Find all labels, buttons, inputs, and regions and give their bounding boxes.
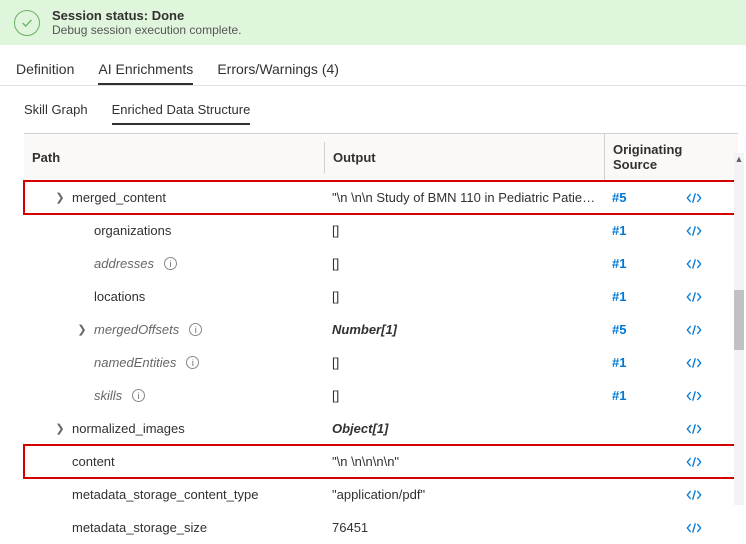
table-row: ❯organizations[] #1 bbox=[24, 214, 738, 247]
output-cell: [] bbox=[324, 355, 604, 370]
info-icon[interactable]: i bbox=[189, 323, 202, 336]
path-cell: ❯namedEntitiesi bbox=[24, 355, 324, 370]
table-row: ❯locations[] #1 bbox=[24, 280, 738, 313]
path-cell: ❯addressesi bbox=[24, 256, 324, 271]
scrollbar-thumb[interactable] bbox=[734, 290, 744, 350]
output-cell: Object[1] bbox=[324, 421, 604, 436]
table-row: ❯ normalized_images Object[1] bbox=[24, 412, 738, 445]
status-subtitle: Debug session execution complete. bbox=[52, 23, 241, 37]
subtab-skill-graph[interactable]: Skill Graph bbox=[24, 96, 88, 125]
main-tabs: Definition AI Enrichments Errors/Warning… bbox=[0, 45, 746, 86]
source-link[interactable]: #5 bbox=[612, 190, 626, 205]
source-link[interactable]: #1 bbox=[612, 223, 626, 238]
path-label: normalized_images bbox=[72, 421, 185, 436]
table-row: ❯namedEntitiesi[]#1 bbox=[24, 346, 738, 379]
col-output: Output bbox=[324, 142, 604, 173]
path-label: metadata_storage_size bbox=[72, 520, 207, 535]
path-label: locations bbox=[94, 289, 145, 304]
code-icon[interactable] bbox=[674, 357, 714, 369]
table-body: ❯ merged_content "\n \n\n Study of BMN 110… bbox=[24, 181, 738, 544]
output-cell: "\n \n\n Study of BMN 110 in Pediatric P… bbox=[324, 190, 604, 205]
code-icon[interactable] bbox=[674, 192, 714, 204]
path-label: organizations bbox=[94, 223, 171, 238]
path-label: addresses bbox=[94, 256, 154, 271]
table-row: ❯ mergedOffsets i Number[1] #5 bbox=[24, 313, 738, 346]
code-icon[interactable] bbox=[674, 258, 714, 270]
source-link[interactable]: #1 bbox=[612, 355, 626, 370]
path-label: merged_content bbox=[72, 190, 166, 205]
tab-ai-enrichments[interactable]: AI Enrichments bbox=[98, 55, 193, 85]
code-icon[interactable] bbox=[674, 423, 714, 435]
path-label: mergedOffsets bbox=[94, 322, 179, 337]
table-row: ❯addressesi[]#1 bbox=[24, 247, 738, 280]
status-bar: Session status: Done Debug session execu… bbox=[0, 0, 746, 45]
col-path: Path bbox=[24, 142, 324, 173]
path-cell: ❯locations bbox=[24, 289, 324, 304]
subtab-enriched-data-structure[interactable]: Enriched Data Structure bbox=[112, 96, 251, 125]
table-row: ❯skillsi[] #1 bbox=[24, 379, 738, 412]
source-cell: #1 bbox=[604, 355, 674, 370]
path-cell: ❯content bbox=[24, 454, 324, 469]
code-icon[interactable] bbox=[674, 291, 714, 303]
data-table: Path Output Originating Source ❯ merged_c… bbox=[0, 133, 746, 544]
table-row: ❯ merged_content "\n \n\n Study of BMN 110… bbox=[24, 181, 738, 214]
source-link[interactable]: #5 bbox=[612, 322, 626, 337]
code-icon[interactable] bbox=[674, 456, 714, 468]
checkmark-icon bbox=[14, 10, 40, 36]
chevron-right-icon[interactable]: ❯ bbox=[54, 422, 66, 435]
path-label: content bbox=[72, 454, 115, 469]
path-label: namedEntities bbox=[94, 355, 176, 370]
source-link[interactable]: #1 bbox=[612, 289, 626, 304]
code-icon[interactable] bbox=[674, 324, 714, 336]
output-cell: "\n \n\n\n\n" bbox=[324, 454, 604, 469]
code-icon[interactable] bbox=[674, 489, 714, 501]
output-cell: [] bbox=[324, 289, 604, 304]
code-icon[interactable] bbox=[674, 225, 714, 237]
path-cell: ❯skillsi bbox=[24, 388, 324, 403]
status-text: Session status: Done Debug session execu… bbox=[52, 8, 241, 37]
sub-tabs: Skill Graph Enriched Data Structure bbox=[0, 86, 746, 133]
table-header: Path Output Originating Source bbox=[24, 133, 738, 181]
source-cell: #5 bbox=[604, 190, 674, 205]
tab-errors-warnings[interactable]: Errors/Warnings (4) bbox=[217, 55, 339, 85]
path-cell: ❯organizations bbox=[24, 223, 324, 238]
code-icon[interactable] bbox=[674, 390, 714, 402]
info-icon[interactable]: i bbox=[132, 389, 145, 402]
path-cell: ❯metadata_storage_size bbox=[24, 520, 324, 535]
path-cell: ❯metadata_storage_content_type bbox=[24, 487, 324, 502]
path-label: skills bbox=[94, 388, 122, 403]
chevron-right-icon[interactable]: ❯ bbox=[54, 191, 66, 204]
source-cell: #5 bbox=[604, 322, 674, 337]
table-row: ❯content"\n \n\n\n\n" bbox=[24, 445, 738, 478]
output-cell: [] bbox=[324, 223, 604, 238]
table-row: ❯metadata_storage_size76451 bbox=[24, 511, 738, 544]
source-cell: #1 bbox=[604, 256, 674, 271]
path-cell: ❯ merged_content bbox=[24, 190, 324, 205]
tab-definition[interactable]: Definition bbox=[16, 55, 74, 85]
output-cell: Number[1] bbox=[324, 322, 604, 337]
path-cell: ❯ normalized_images bbox=[24, 421, 324, 436]
path-cell: ❯ mergedOffsets i bbox=[24, 322, 324, 337]
output-cell: [] bbox=[324, 256, 604, 271]
output-cell: [] bbox=[324, 388, 604, 403]
code-icon[interactable] bbox=[674, 522, 714, 534]
source-link[interactable]: #1 bbox=[612, 256, 626, 271]
status-title: Session status: Done bbox=[52, 8, 241, 23]
source-cell: #1 bbox=[604, 289, 674, 304]
chevron-right-icon[interactable]: ❯ bbox=[76, 323, 88, 336]
source-cell: #1 bbox=[604, 223, 674, 238]
source-link[interactable]: #1 bbox=[612, 388, 626, 403]
info-icon[interactable]: i bbox=[186, 356, 199, 369]
table-row: ❯metadata_storage_content_type"applicati… bbox=[24, 478, 738, 511]
scroll-up-arrow-icon[interactable]: ▲ bbox=[734, 153, 744, 165]
path-label: metadata_storage_content_type bbox=[72, 487, 258, 502]
output-cell: 76451 bbox=[324, 520, 604, 535]
source-cell: #1 bbox=[604, 388, 674, 403]
info-icon[interactable]: i bbox=[164, 257, 177, 270]
col-source: Originating Source bbox=[604, 134, 714, 180]
output-cell: "application/pdf" bbox=[324, 487, 604, 502]
